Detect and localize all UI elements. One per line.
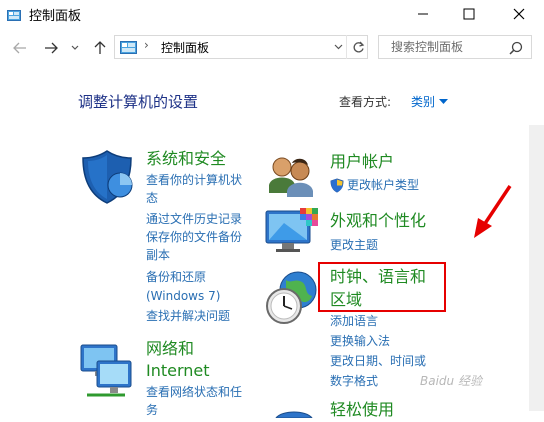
link-change-date-time[interactable]: 更改日期、时间或 — [330, 352, 426, 370]
link-file-history[interactable]: 通过文件历史记录 — [146, 210, 242, 228]
address-history-chevron-icon[interactable] — [330, 35, 346, 59]
link-add-language[interactable]: 添加语言 — [330, 312, 378, 330]
page-title: 调整计算机的设置 — [78, 93, 199, 111]
highlight-box — [318, 262, 446, 312]
category-network-title-line2[interactable]: Internet — [146, 360, 210, 381]
title-bar: 控制面板 — [0, 0, 544, 28]
control-panel-location-icon — [120, 40, 137, 54]
vertical-scrollbar[interactable] — [529, 125, 544, 411]
link-change-account-type-label: 更改帐户类型 — [347, 178, 420, 192]
link-troubleshoot[interactable]: 查找并解决问题 — [146, 307, 230, 325]
control-panel-icon — [7, 7, 21, 21]
shield-icon[interactable] — [80, 149, 134, 209]
category-ease-of-access-title[interactable]: 轻松使用 — [330, 399, 394, 420]
search-input[interactable] — [379, 36, 507, 58]
breadcrumb-separator: › — [144, 38, 149, 52]
view-by-value: 类别 — [411, 95, 436, 109]
user-accounts-icon[interactable] — [265, 153, 317, 203]
link-change-theme[interactable]: 更改主题 — [330, 236, 378, 254]
search-box — [378, 35, 532, 59]
link-network-status-cont[interactable]: 务 — [146, 401, 158, 419]
view-by-label: 查看方式: — [339, 95, 392, 109]
link-backup-restore-cont[interactable]: (Windows 7) — [146, 287, 220, 305]
category-user-accounts-title[interactable]: 用户帐户 — [330, 151, 394, 172]
breadcrumb-control-panel[interactable]: 控制面板 — [161, 39, 209, 56]
back-button[interactable] — [10, 38, 30, 58]
clock-globe-icon[interactable] — [264, 270, 320, 330]
close-button[interactable] — [496, 0, 542, 28]
forward-button[interactable] — [41, 38, 61, 58]
link-change-number-format[interactable]: 数字格式 — [330, 372, 378, 390]
appearance-icon[interactable] — [264, 207, 322, 263]
link-view-computer-status[interactable]: 查看你的计算机状 — [146, 171, 242, 189]
recent-locations-chevron-icon[interactable] — [69, 38, 81, 58]
category-system-security-title[interactable]: 系统和安全 — [146, 148, 226, 169]
link-view-computer-status-cont[interactable]: 态 — [146, 189, 158, 207]
minimize-button[interactable] — [400, 0, 446, 28]
link-file-history-cont[interactable]: 保存你的文件备份 — [146, 228, 242, 246]
link-change-account-type[interactable]: 更改帐户类型 — [330, 176, 419, 194]
ease-of-access-icon[interactable] — [274, 403, 314, 422]
red-arrow-annotation — [470, 182, 516, 244]
refresh-button[interactable] — [346, 35, 369, 59]
dropdown-triangle-icon — [439, 98, 449, 104]
link-network-status[interactable]: 查看网络状态和任 — [146, 383, 242, 401]
view-by-dropdown[interactable]: 类别 — [411, 93, 449, 110]
link-change-input-method[interactable]: 更换输入法 — [330, 332, 390, 350]
up-button[interactable] — [92, 38, 108, 58]
link-backup-restore[interactable]: 备份和还原 — [146, 268, 206, 286]
uac-shield-icon — [330, 177, 344, 193]
link-file-history-cont2[interactable]: 副本 — [146, 246, 170, 264]
watermark: Baidu 经验 — [420, 374, 482, 388]
network-icon[interactable] — [79, 339, 135, 405]
search-icon[interactable] — [509, 40, 523, 59]
category-appearance-title[interactable]: 外观和个性化 — [330, 210, 426, 231]
window-title: 控制面板 — [29, 9, 82, 24]
category-network-title[interactable]: 网络和 — [146, 338, 194, 359]
refresh-icon — [353, 41, 364, 52]
maximize-button[interactable] — [446, 0, 492, 28]
